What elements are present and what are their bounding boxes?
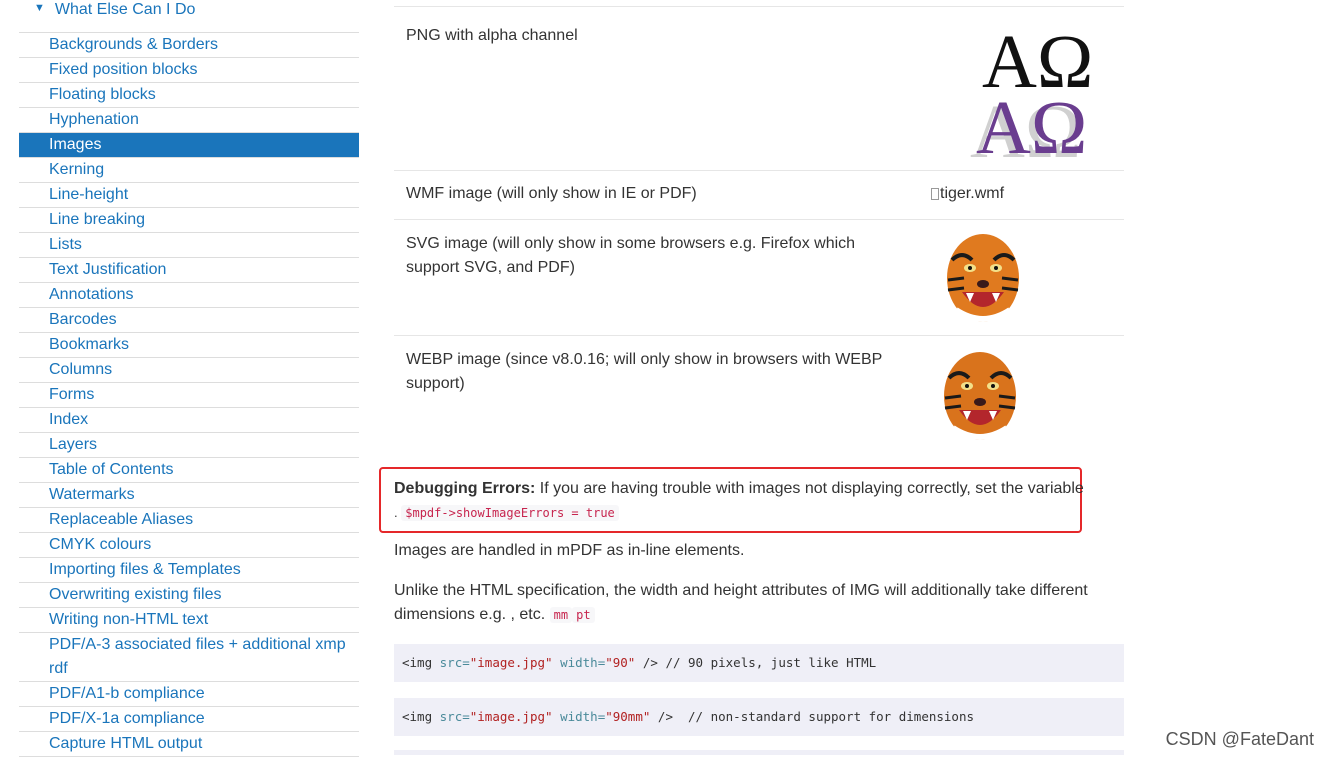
code-tag-close: /> (650, 709, 673, 724)
code-mm: mm (549, 607, 573, 623)
code-tag-close: /> (635, 655, 658, 670)
code-comment: // non-standard support for dimensions (672, 709, 974, 724)
sidebar-item[interactable]: Backgrounds & Borders (19, 33, 359, 58)
sidebar-item[interactable]: Table of Contents (19, 458, 359, 483)
code-string: "90mm" (605, 709, 651, 724)
callout-code: $mpdf->showImageErrors = true (401, 505, 619, 521)
paragraph-line-2-text: dimensions e.g. , etc. (394, 606, 546, 623)
code-block: <img src="image.jpg" width="90" /> // 90… (394, 644, 1124, 682)
sidebar-section-title: What Else Can I Do (54, 1, 196, 18)
sidebar: ▼ What Else Can I Do Backgrounds & Border… (0, 0, 362, 757)
sidebar-nav: Backgrounds & Borders Fixed position bloc… (19, 32, 359, 757)
sidebar-item[interactable]: Annotations (19, 283, 359, 308)
sidebar-item[interactable]: Bookmarks (19, 333, 359, 358)
paragraph-inline-elements: Images are handled in mPDF as in-line el… (394, 542, 745, 559)
sidebar-item[interactable]: PDF/A-3 associated files + additional xm… (19, 633, 359, 682)
code-comment: // 90 pixels, just like HTML (657, 655, 877, 670)
sidebar-item[interactable]: CMYK colours (19, 533, 359, 558)
table-row: WMF image (will only show in IE or PDF) … (394, 170, 1124, 220)
sidebar-item[interactable]: Images (19, 133, 359, 158)
code-string: "90" (605, 655, 636, 670)
sidebar-item[interactable]: PDF/X-1a compliance (19, 707, 359, 732)
code-tag: <img (402, 709, 440, 724)
caret-down-icon: ▼ (34, 2, 45, 14)
tiger-webp-image (939, 348, 1021, 449)
callout-code-line: . $mpdf->showImageErrors = true (394, 503, 619, 523)
sidebar-item[interactable]: Replaceable Aliases (19, 508, 359, 533)
paragraph-dimensions: Unlike the HTML specification, the width… (394, 579, 1114, 627)
sidebar-item[interactable]: Writing non-HTML text (19, 608, 359, 633)
row-description: PNG with alpha channel (406, 27, 578, 44)
table-row: WEBP image (since v8.0.16; will only sho… (394, 336, 1124, 446)
row-description: WEBP image (since v8.0.16; will only sho… (406, 351, 883, 392)
debugging-errors-callout: Debugging Errors: If you are having trou… (379, 467, 1084, 533)
broken-image-alt: tiger.wmf (940, 185, 1005, 202)
broken-image-placeholder: tiger.wmf (931, 184, 1004, 204)
code-attr: width= (552, 709, 606, 724)
paragraph-line-2: dimensions e.g. , etc. mm pt (394, 603, 1114, 627)
omega-logo-image: ΑΩ ΑΩ ΑΩ (962, 13, 1112, 174)
sidebar-item[interactable]: Lists (19, 233, 359, 258)
sidebar-item[interactable]: Floating blocks (19, 83, 359, 108)
sidebar-section-header[interactable]: ▼ What Else Can I Do (34, 0, 195, 20)
callout-body: If you are having trouble with images no… (535, 480, 1084, 497)
sidebar-item[interactable]: Importing files & Templates (19, 558, 359, 583)
watermark: CSDN @FateDant (1165, 729, 1314, 749)
sidebar-item[interactable]: Hyphenation (19, 108, 359, 133)
callout-bold: Debugging Errors: (394, 480, 536, 497)
sidebar-item[interactable]: Barcodes (19, 308, 359, 333)
table-row: SVG image (will only show in some browse… (394, 220, 1124, 336)
row-description: SVG image (will only show in some browse… (406, 235, 856, 276)
code-tag: <img (402, 655, 440, 670)
code-block-partial (394, 750, 1124, 755)
sidebar-item[interactable]: Kerning (19, 158, 359, 183)
paragraph-line-1: Unlike the HTML specification, the width… (394, 582, 1088, 599)
sidebar-item[interactable]: Index (19, 408, 359, 433)
code-attr: src= (439, 709, 470, 724)
sidebar-item[interactable]: Line breaking (19, 208, 359, 233)
code-string: "image.jpg" (469, 709, 553, 724)
broken-image-icon (931, 187, 939, 200)
callout-text: Debugging Errors: If you are having trou… (394, 479, 1084, 499)
callout-prefix: . (394, 505, 398, 520)
code-attr: width= (552, 655, 606, 670)
sidebar-item[interactable]: Capture HTML output (19, 732, 359, 757)
sidebar-item[interactable]: Line-height (19, 183, 359, 208)
sidebar-item[interactable]: Columns (19, 358, 359, 383)
sidebar-item[interactable]: Text Justification (19, 258, 359, 283)
sidebar-item[interactable]: Forms (19, 383, 359, 408)
sidebar-item[interactable]: Overwriting existing files (19, 583, 359, 608)
row-description: WMF image (will only show in IE or PDF) (406, 185, 697, 202)
omega-purple-text: ΑΩ (976, 86, 1087, 158)
tiger-svg-image (942, 230, 1024, 331)
sidebar-item[interactable]: Watermarks (19, 483, 359, 508)
code-string: "image.jpg" (469, 655, 553, 670)
sidebar-item[interactable]: Fixed position blocks (19, 58, 359, 83)
code-pt: pt (572, 607, 595, 623)
table-row: PNG with alpha channel ΑΩ ΑΩ ΑΩ (394, 6, 1124, 174)
sidebar-item[interactable]: Layers (19, 433, 359, 458)
sidebar-item[interactable]: PDF/A1-b compliance (19, 682, 359, 707)
code-block: <img src="image.jpg" width="90mm" /> // … (394, 698, 1124, 736)
code-attr: src= (439, 655, 470, 670)
